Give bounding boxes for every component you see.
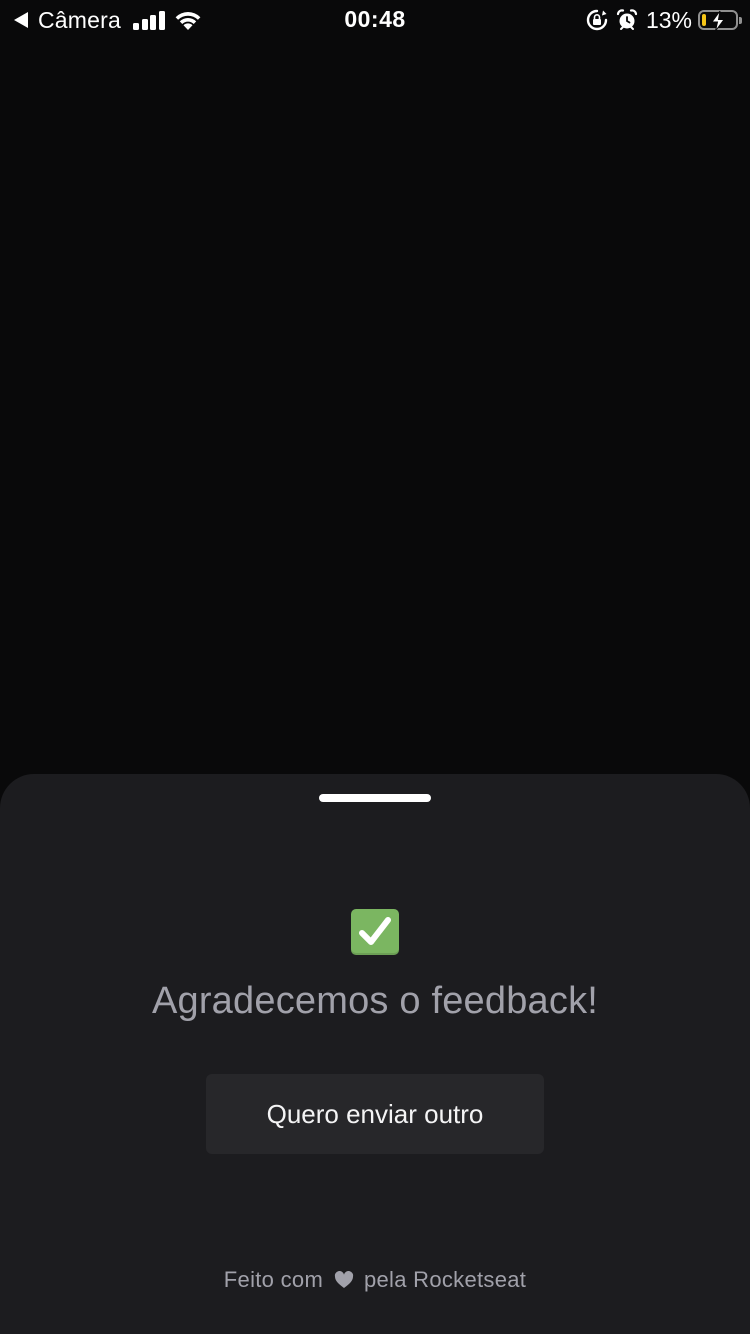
screen: Câmera 00:48 13% Agradecemos o feedback!…	[0, 0, 750, 1334]
battery-percentage: 13%	[645, 6, 692, 33]
charging-bolt-icon	[711, 10, 725, 32]
status-bar: Câmera 00:48 13%	[0, 0, 750, 40]
footer-credit: Feito com pela Rocketseat	[0, 1267, 750, 1293]
heart-icon	[334, 1271, 353, 1288]
feedback-sheet: Agradecemos o feedback! Quero enviar out…	[0, 774, 750, 1334]
battery-level-fill	[702, 14, 706, 26]
check-mark-button-icon	[351, 909, 399, 955]
orientation-lock-icon	[586, 9, 608, 31]
footer-prefix: Feito com	[223, 1267, 324, 1292]
footer-link-rocketseat[interactable]: pela Rocketseat	[364, 1267, 526, 1292]
battery-icon	[698, 10, 742, 32]
alarm-clock-icon	[616, 9, 638, 30]
sheet-drag-handle[interactable]	[319, 794, 431, 802]
send-another-feedback-button[interactable]: Quero enviar outro	[206, 1074, 544, 1154]
success-title: Agradecemos o feedback!	[151, 980, 599, 1022]
send-another-button-label: Quero enviar outro	[266, 1098, 484, 1129]
status-indicators: 13%	[586, 6, 742, 34]
